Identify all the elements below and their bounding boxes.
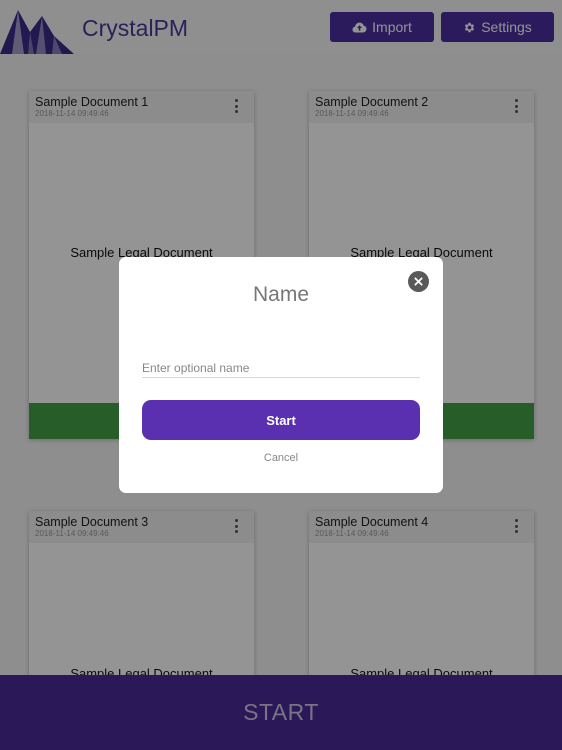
- cancel-button[interactable]: Cancel: [119, 452, 443, 464]
- dialog-title: Name: [252, 283, 310, 306]
- dialog-start-button[interactable]: Start: [142, 400, 420, 440]
- close-button[interactable]: [408, 271, 429, 292]
- name-dialog: Name Start Cancel: [119, 257, 443, 493]
- close-icon: [414, 277, 423, 286]
- name-input[interactable]: [142, 358, 420, 378]
